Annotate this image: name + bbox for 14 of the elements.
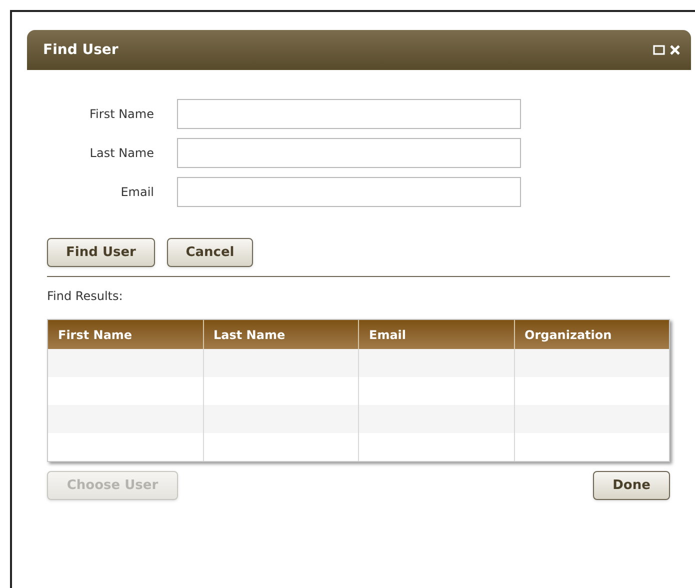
input-field[interactable] [177,138,521,168]
results-label: Find Results: [47,288,124,305]
input-field[interactable] [177,99,521,129]
action-button[interactable]: Find User [47,238,155,267]
field-label: Last Name [88,145,154,162]
field-label: First Name [88,106,154,123]
maximize-icon[interactable] [653,45,665,55]
close-icon[interactable] [669,44,681,56]
window-title: Find User [43,40,118,60]
action-button[interactable]: Done [593,471,670,500]
input-field[interactable] [177,177,521,207]
action-button[interactable]: Cancel [167,238,253,267]
column-header[interactable]: First Name [48,320,202,349]
field-label: Email [120,184,154,201]
